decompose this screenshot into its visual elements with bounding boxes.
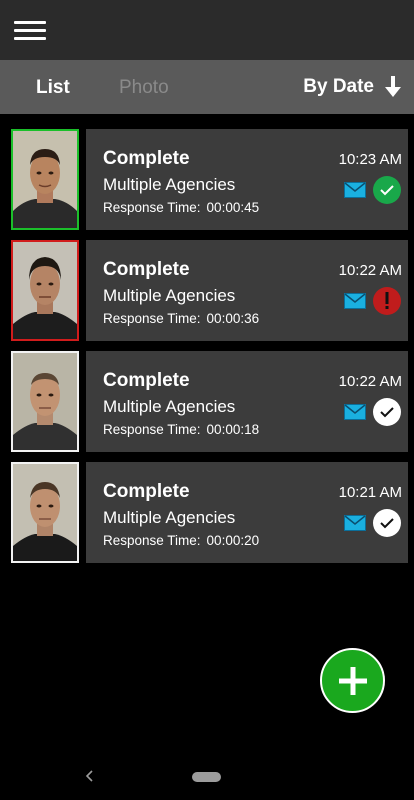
app-header (0, 0, 414, 60)
response-time: Response Time: 00:00:18 (103, 422, 259, 437)
record-card[interactable]: Complete Multiple Agencies Response Time… (86, 240, 408, 341)
record-status: Complete (103, 148, 190, 169)
record-card[interactable]: Complete Multiple Agencies Response Time… (86, 351, 408, 452)
record-agency: Multiple Agencies (103, 286, 236, 305)
arrow-down-icon (385, 76, 401, 97)
list-item[interactable]: Complete Multiple Agencies Response Time… (0, 129, 414, 230)
list-item[interactable]: Complete Multiple Agencies Response Time… (0, 240, 414, 341)
record-agency: Multiple Agencies (103, 175, 236, 194)
subject-photo (11, 240, 79, 341)
response-time: Response Time: 00:00:45 (103, 200, 259, 215)
record-card[interactable]: Complete Multiple Agencies Response Time… (86, 462, 408, 563)
subject-photo (11, 129, 79, 230)
record-agency: Multiple Agencies (103, 508, 236, 527)
record-status: Complete (103, 259, 190, 280)
response-time-label: Response Time: (103, 311, 201, 326)
list-item[interactable]: Complete Multiple Agencies Response Time… (0, 462, 414, 563)
mail-icon (344, 515, 366, 531)
response-time-value: 00:00:36 (206, 311, 260, 326)
tab-photo[interactable]: Photo (119, 60, 169, 114)
response-time-label: Response Time: (103, 200, 201, 215)
hamburger-menu-icon[interactable] (14, 18, 46, 42)
add-button[interactable] (320, 648, 385, 713)
home-pill-button[interactable] (192, 772, 221, 782)
mail-icon (344, 182, 366, 198)
record-status: Complete (103, 370, 190, 391)
response-time: Response Time: 00:00:20 (103, 533, 259, 548)
record-agency: Multiple Agencies (103, 397, 236, 416)
response-time-value: 00:00:18 (206, 422, 260, 437)
tab-list[interactable]: List (36, 60, 70, 114)
subject-photo (11, 351, 79, 452)
plus-icon (338, 666, 367, 695)
back-chevron-icon[interactable] (84, 768, 96, 784)
record-time: 10:23 AM (338, 151, 402, 168)
response-time-label: Response Time: (103, 422, 201, 437)
record-time: 10:22 AM (338, 373, 402, 390)
sort-by-date-button[interactable]: By Date (303, 60, 402, 114)
record-status: Complete (103, 481, 190, 502)
sort-label: By Date (303, 76, 374, 97)
subject-photo (11, 462, 79, 563)
red-exclamation-icon (373, 287, 401, 315)
response-time-value: 00:00:20 (206, 533, 260, 548)
white-check-icon (373, 398, 401, 426)
white-check-icon (373, 509, 401, 537)
record-time: 10:22 AM (338, 262, 402, 279)
record-card[interactable]: Complete Multiple Agencies Response Time… (86, 129, 408, 230)
response-time: Response Time: 00:00:36 (103, 311, 259, 326)
green-check-icon (373, 176, 401, 204)
record-time: 10:21 AM (338, 484, 402, 501)
response-time-label: Response Time: (103, 533, 201, 548)
response-time-value: 00:00:45 (206, 200, 260, 215)
list-item[interactable]: Complete Multiple Agencies Response Time… (0, 351, 414, 452)
view-tabs-bar: List Photo By Date (0, 60, 414, 114)
mail-icon (344, 293, 366, 309)
mail-icon (344, 404, 366, 420)
